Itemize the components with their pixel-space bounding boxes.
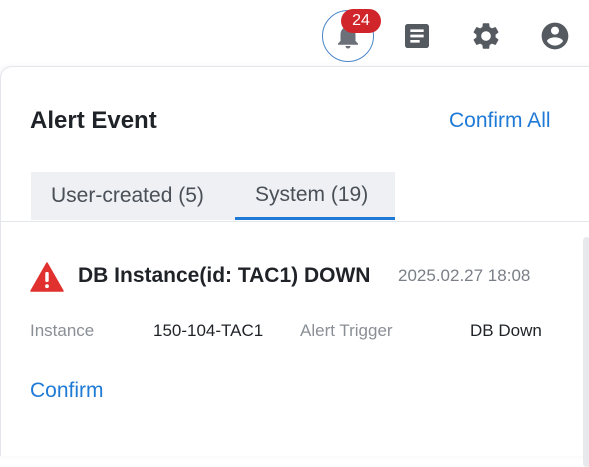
alert-event-panel: Alert Event Confirm All User-created (5)… bbox=[0, 66, 589, 467]
account-button[interactable] bbox=[529, 10, 581, 62]
warning-triangle-icon bbox=[30, 262, 64, 292]
event-timestamp: 2025.02.27 18:08 bbox=[398, 266, 531, 285]
event-header: DB Instance(id: TAC1) DOWN 2025.02.27 18… bbox=[30, 257, 560, 292]
tab-user-created[interactable]: User-created (5) bbox=[31, 172, 235, 220]
top-toolbar: 24 bbox=[0, 0, 589, 66]
document-icon bbox=[405, 24, 429, 48]
notification-count-badge: 24 bbox=[341, 9, 381, 33]
account-circle-icon bbox=[541, 22, 569, 50]
confirm-all-button[interactable]: Confirm All bbox=[449, 109, 551, 133]
settings-button[interactable] bbox=[460, 10, 512, 62]
event-details-row: Instance 150-104-TAC1 Alert Trigger DB D… bbox=[30, 321, 560, 345]
panel-title: Alert Event bbox=[30, 107, 157, 134]
alert-tabs: User-created (5) System (19) bbox=[31, 172, 395, 220]
tab-system[interactable]: System (19) bbox=[235, 172, 395, 220]
instance-value: 150-104-TAC1 bbox=[153, 321, 264, 340]
alert-trigger-value: DB Down bbox=[470, 321, 542, 340]
alert-trigger-label: Alert Trigger bbox=[300, 321, 393, 340]
gear-icon bbox=[473, 23, 499, 49]
documents-button[interactable] bbox=[391, 10, 443, 62]
tabs-divider bbox=[1, 221, 589, 222]
event-title: DB Instance(id: TAC1) DOWN bbox=[78, 264, 371, 287]
instance-label: Instance bbox=[30, 321, 95, 340]
scrollbar[interactable] bbox=[583, 237, 589, 467]
confirm-button[interactable]: Confirm bbox=[30, 379, 104, 403]
